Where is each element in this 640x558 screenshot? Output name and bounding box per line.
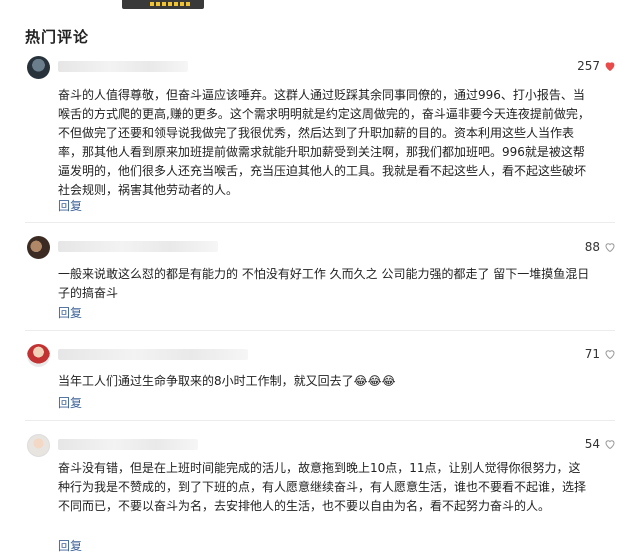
comment-text: 奋斗的人值得尊敬，但奋斗逼应该唾弃。这群人通过贬踩其余同事同僚的，通过996、打… <box>58 88 590 197</box>
heart-icon[interactable] <box>604 348 616 360</box>
like-count: 54 <box>584 437 600 451</box>
heart-icon[interactable] <box>604 60 616 72</box>
top-strip <box>0 0 640 12</box>
like-count: 71 <box>584 347 600 361</box>
avatar[interactable] <box>27 344 50 367</box>
comment-text: 当年工人们通过生命争取来的8小时工作制，就又回去了😂😂😂 <box>58 374 396 388</box>
avatar[interactable] <box>27 434 50 457</box>
heart-icon[interactable] <box>604 241 616 253</box>
divider <box>25 222 615 223</box>
divider <box>25 330 615 331</box>
username-blurred[interactable] <box>58 349 248 360</box>
reply-button[interactable]: 回复 <box>58 537 82 554</box>
like-count: 88 <box>584 240 600 254</box>
heart-icon[interactable] <box>604 438 616 450</box>
article-image-thumbnail <box>122 0 204 9</box>
avatar[interactable] <box>27 56 50 79</box>
avatar[interactable] <box>27 236 50 259</box>
username-blurred[interactable] <box>58 241 218 252</box>
like-count: 257 <box>577 59 600 73</box>
reply-button[interactable]: 回复 <box>58 304 82 321</box>
divider <box>25 420 615 421</box>
reply-button[interactable]: 回复 <box>58 197 82 214</box>
reply-button[interactable]: 回复 <box>58 394 82 411</box>
comment-text: 奋斗没有错，但是在上班时间能完成的活儿，故意拖到晚上10点，11点，让别人觉得你… <box>58 461 587 513</box>
username-blurred[interactable] <box>58 439 198 450</box>
username-blurred[interactable] <box>58 61 188 72</box>
comment-text: 一般来说敢这么怼的都是有能力的 不怕没有好工作 久而久之 公司能力强的都走了 留… <box>58 267 590 300</box>
section-title: 热门评论 <box>25 28 90 46</box>
